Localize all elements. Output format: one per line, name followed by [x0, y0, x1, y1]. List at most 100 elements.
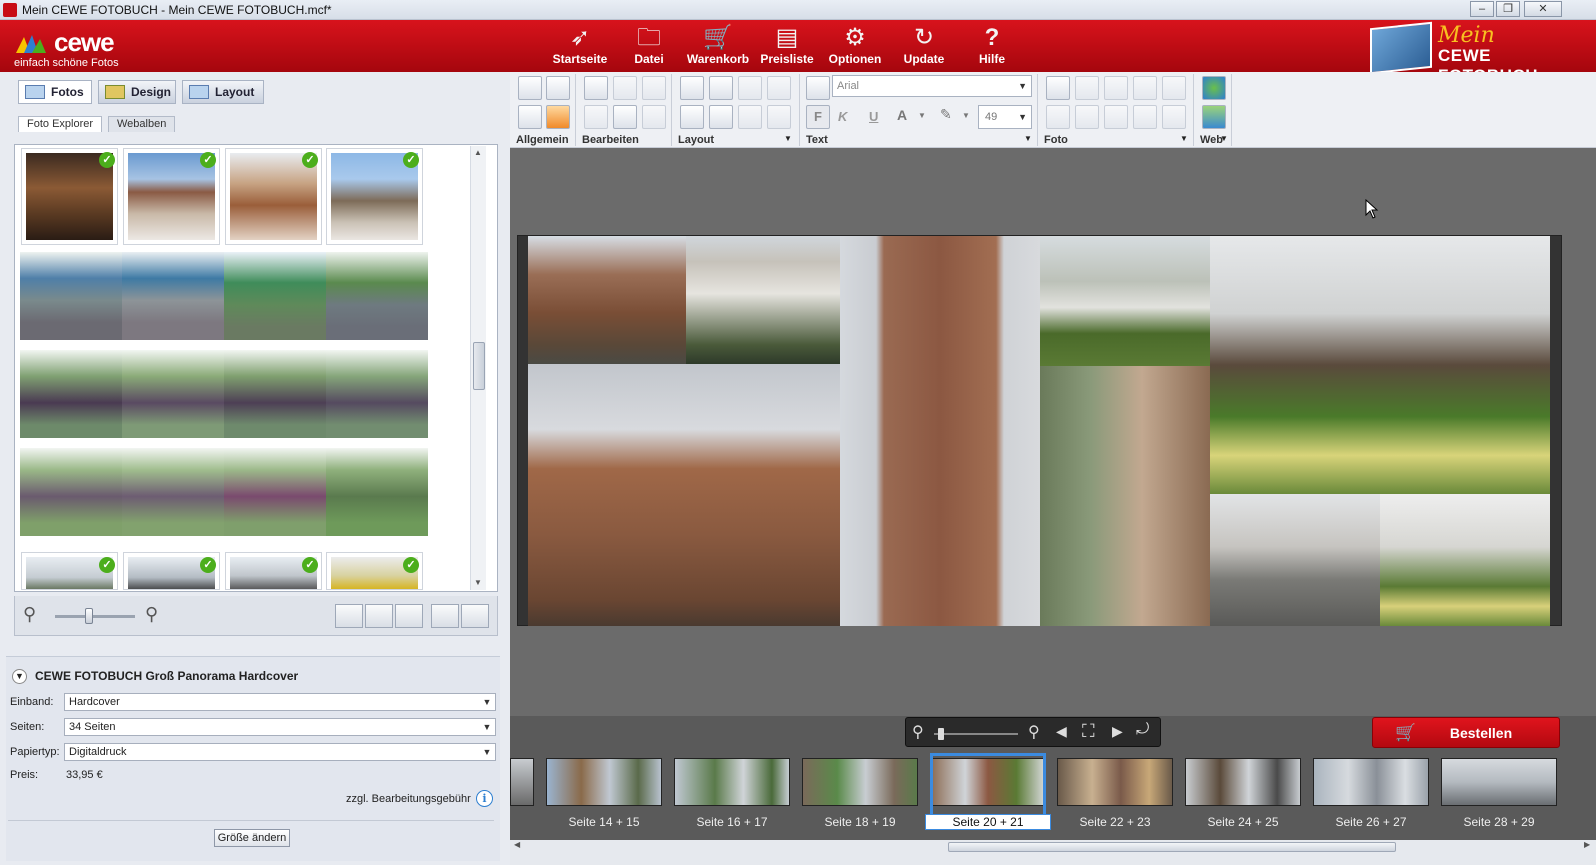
photo-thumbnail[interactable]: [224, 350, 326, 438]
page-label[interactable]: Seite 14 + 15: [541, 815, 667, 829]
next-page-icon[interactable]: ▶: [1112, 723, 1123, 740]
photo-thumbnail[interactable]: [326, 448, 428, 536]
rotate-photo-left-icon[interactable]: [1075, 105, 1099, 129]
photo-thumbnail[interactable]: [122, 252, 224, 340]
photo-thumbnail[interactable]: [20, 252, 122, 340]
delete-icon[interactable]: [642, 76, 666, 100]
crop-icon[interactable]: [1104, 76, 1128, 100]
photo-grid-scrollbar[interactable]: ▲ ▼: [470, 146, 486, 590]
page-label[interactable]: Seite 26 + 27: [1308, 815, 1434, 829]
chevron-down-icon[interactable]: ▼: [784, 134, 792, 143]
chevron-down-icon[interactable]: ▼: [1180, 134, 1188, 143]
chevron-down-icon[interactable]: ▼: [1220, 134, 1228, 143]
spread-photo[interactable]: [528, 364, 840, 626]
scroll-right-icon[interactable]: ▶: [1584, 840, 1590, 849]
minimize-button[interactable]: –: [1470, 1, 1494, 17]
nav-startseite-button[interactable]: ➶ Startseite: [545, 24, 615, 72]
zoom-slider-track[interactable]: [934, 733, 1018, 735]
frame-icon[interactable]: [1133, 105, 1157, 129]
fullscreen-icon[interactable]: ⛶: [1082, 721, 1095, 742]
photo-thumbnail[interactable]: [326, 252, 428, 340]
zoom-out-icon[interactable]: ⚲: [912, 722, 924, 742]
order-button[interactable]: 🛒 Bestellen: [1372, 717, 1560, 748]
papiertyp-select[interactable]: Digitaldruck ▼: [64, 743, 496, 761]
spread-photo[interactable]: [840, 236, 1040, 626]
photo-thumbnail[interactable]: [20, 350, 122, 438]
einband-select[interactable]: Hardcover ▼: [64, 693, 496, 711]
view-mode-3-icon[interactable]: [395, 604, 423, 628]
info-icon[interactable]: i: [476, 790, 493, 807]
page-thumbnail[interactable]: [546, 758, 662, 806]
scroll-down-icon[interactable]: ▼: [474, 578, 482, 587]
photo-thumbnail[interactable]: [326, 350, 428, 438]
photo-thumbnail[interactable]: [122, 448, 224, 536]
zoom-in-icon[interactable]: ⚲: [1028, 722, 1040, 742]
font-family-select[interactable]: Arial ▼: [832, 75, 1032, 97]
page-thumbnail-partial[interactable]: [510, 758, 534, 806]
tab-design[interactable]: Design: [98, 80, 176, 104]
assistant-icon[interactable]: [546, 105, 570, 129]
rotate-photo-right-icon[interactable]: [1104, 105, 1128, 129]
subtab-webalben[interactable]: Webalben: [108, 116, 176, 132]
rotate-left-icon[interactable]: [738, 76, 762, 100]
zoom-in-icon[interactable]: ⚲: [145, 604, 158, 625]
bold-button[interactable]: F: [806, 105, 830, 129]
color-icon[interactable]: [1162, 105, 1186, 129]
add-page-icon[interactable]: [709, 76, 733, 100]
prev-page-icon[interactable]: ◀: [1056, 723, 1067, 740]
chevron-down-icon[interactable]: ▼: [1024, 134, 1032, 143]
scroll-left-icon[interactable]: ◀: [514, 840, 520, 849]
photo-thumbnail[interactable]: [224, 252, 326, 340]
zoom-slider-track[interactable]: [55, 615, 135, 618]
zoom-slider-handle[interactable]: [938, 728, 944, 740]
nav-update-button[interactable]: ↻ Update: [889, 24, 959, 72]
spread-photo[interactable]: [1210, 236, 1550, 494]
save-as-icon[interactable]: [518, 105, 542, 129]
page-label[interactable]: Seite 22 + 23: [1052, 815, 1178, 829]
photo-thumbnail[interactable]: [20, 448, 122, 536]
photo-thumbnail[interactable]: [122, 350, 224, 438]
page-thumbnail[interactable]: [1313, 758, 1429, 806]
page-thumbnail[interactable]: [674, 758, 790, 806]
send-back-icon[interactable]: [767, 105, 791, 129]
page-navigator-scrollbar[interactable]: ◀ ▶: [510, 840, 1596, 865]
rotate-right-icon[interactable]: [767, 76, 791, 100]
open-icon[interactable]: [546, 76, 570, 100]
text-color-button[interactable]: A: [897, 107, 907, 123]
nav-optionen-button[interactable]: ⚙ Optionen: [820, 24, 890, 72]
export-icon[interactable]: [584, 76, 608, 100]
paste-icon[interactable]: [613, 105, 637, 129]
spread-photo[interactable]: [1040, 236, 1210, 366]
underline-button[interactable]: U: [869, 109, 878, 124]
web-photo-icon[interactable]: [1202, 105, 1226, 129]
text-box-icon[interactable]: [806, 76, 830, 100]
remove-page-icon[interactable]: [680, 76, 704, 100]
subtab-foto-explorer[interactable]: Foto Explorer: [18, 116, 103, 132]
grid-view-icon[interactable]: [461, 604, 489, 628]
grid-icon[interactable]: [709, 105, 733, 129]
italic-button[interactable]: K: [838, 109, 847, 124]
save-icon[interactable]: [518, 76, 542, 100]
chevron-down-icon[interactable]: ▼: [918, 111, 926, 120]
spread-photo[interactable]: [1380, 494, 1550, 626]
effects-icon[interactable]: [1162, 76, 1186, 100]
nav-preisliste-button[interactable]: ▤ Preisliste: [752, 24, 822, 72]
scrollbar-thumb[interactable]: [948, 842, 1396, 852]
undo-icon[interactable]: [613, 76, 637, 100]
scroll-up-icon[interactable]: ▲: [474, 148, 482, 157]
page-label[interactable]: Seite 18 + 19: [797, 815, 923, 829]
page-thumbnail[interactable]: [1441, 758, 1557, 806]
zoom-image-icon[interactable]: [1075, 76, 1099, 100]
page-thumbnail[interactable]: [1185, 758, 1301, 806]
fit-icon[interactable]: [1133, 76, 1157, 100]
photo-thumbnail[interactable]: [224, 448, 326, 536]
view-mode-2-icon[interactable]: [365, 604, 393, 628]
tab-fotos[interactable]: Fotos: [18, 80, 92, 104]
chevron-down-icon[interactable]: ▼: [962, 111, 970, 120]
resize-button[interactable]: Größe ändern: [214, 829, 290, 847]
book-spread-page-20-21[interactable]: [517, 235, 1562, 626]
view-mode-1-icon[interactable]: [335, 604, 363, 628]
page-thumbnail[interactable]: [802, 758, 918, 806]
spread-photo[interactable]: [1210, 494, 1380, 626]
zoom-out-icon[interactable]: ⚲: [23, 604, 36, 625]
